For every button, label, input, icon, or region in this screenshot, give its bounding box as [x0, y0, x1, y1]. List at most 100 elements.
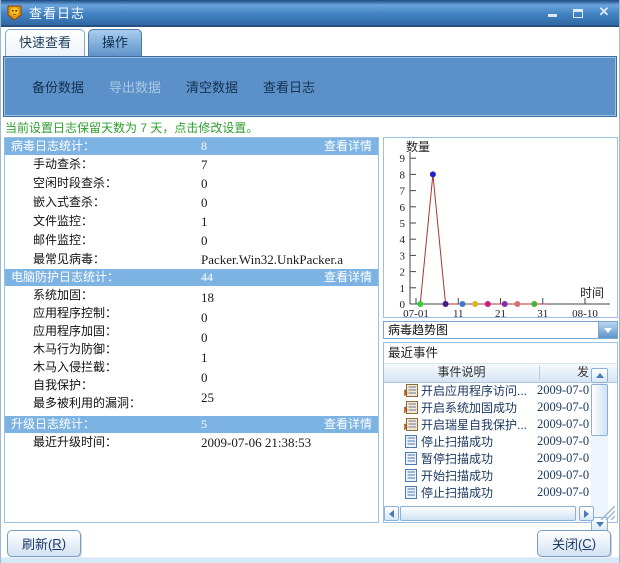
table-row[interactable]: 开启瑞星自我保护... 2009-07-07 — [384, 416, 590, 433]
stat-label: 最近升级时间： — [33, 435, 118, 449]
log-icon — [405, 469, 417, 482]
stat-row: 最常见病毒： Packer.Win32.UnkPacker.a — [5, 250, 378, 269]
stat-label: 空闲时段查杀： — [33, 176, 118, 190]
column-header-description[interactable]: 事件说明 — [384, 364, 539, 381]
svg-text:数量: 数量 — [406, 139, 430, 154]
svg-text:1: 1 — [400, 283, 406, 295]
stat-label: 嵌入式查杀： — [33, 195, 106, 209]
event-description: 开始扫描成功 — [421, 469, 494, 483]
recent-events-title: 最近事件 — [384, 343, 617, 364]
resize-grip-icon[interactable] — [597, 506, 615, 520]
backup-data-button[interactable]: 备份数据 — [28, 75, 88, 98]
stat-label: 手动查杀： — [33, 157, 94, 171]
statistics-panel: 病毒日志统计： 8 查看详情 手动查杀： 7 空闲时段查杀： 0 嵌入式查杀： 0 文… — [4, 137, 379, 523]
minimize-icon — [547, 14, 557, 17]
event-description: 暂停扫描成功 — [421, 452, 494, 466]
stat-row: 嵌入式查杀： 0 — [5, 193, 378, 212]
clear-data-button[interactable]: 清空数据 — [182, 75, 242, 98]
retention-notice[interactable]: 当前设置日志保留天数为 7 天，点击修改设置。 — [5, 119, 258, 136]
svg-text:11: 11 — [453, 308, 464, 317]
section-total: 8 — [201, 139, 207, 153]
event-description: 停止扫描成功 — [421, 435, 494, 449]
trend-type-dropdown[interactable]: 病毒趋势图 — [383, 321, 618, 339]
stat-row: 邮件监控： 0 — [5, 231, 378, 250]
svg-text:4: 4 — [400, 234, 406, 246]
tab-operations[interactable]: 操作 — [88, 29, 143, 56]
section-total: 44 — [201, 270, 213, 284]
log-action-icon — [404, 401, 418, 414]
export-data-button: 导出数据 — [109, 80, 162, 95]
stat-value: 0 — [201, 233, 208, 248]
dropdown-arrow-button[interactable] — [598, 322, 617, 338]
section-title: 电脑防护日志统计： — [11, 270, 120, 284]
scroll-up-button[interactable] — [591, 368, 608, 383]
horizontal-scrollbar[interactable] — [384, 506, 594, 521]
log-action-icon — [404, 384, 418, 397]
table-row[interactable]: 开启系统加固成功 2009-07-07 — [384, 399, 590, 416]
button-label: ) — [591, 536, 597, 551]
close-icon: ✕ — [598, 4, 610, 19]
svg-text:21: 21 — [495, 308, 506, 317]
section-title: 病毒日志统计： — [11, 139, 96, 153]
update-log-section-header: 升级日志统计： 5 查看详情 — [5, 416, 378, 433]
accesskey: R — [52, 536, 62, 551]
view-details-link[interactable]: 查看详情 — [324, 138, 372, 155]
stat-row: 最近升级时间： 2009-07-06 21:38:53 — [5, 433, 378, 452]
stat-value: 0 — [201, 176, 208, 191]
recent-events-panel: 最近事件 事件说明 发 开启应用程序访问... 2009-07-07 开启系统加… — [383, 342, 618, 532]
stat-values-column: 18 0 0 1 0 25 — [201, 288, 214, 408]
refresh-button[interactable]: 刷新(R) — [7, 530, 81, 557]
dropdown-selected-value: 病毒趋势图 — [388, 323, 449, 337]
close-dialog-button[interactable]: 关闭(C) — [537, 530, 611, 557]
log-icon — [405, 452, 417, 465]
svg-text:9: 9 — [400, 153, 406, 165]
virus-log-section-header: 病毒日志统计： 8 查看详情 — [5, 138, 378, 155]
svg-text:8: 8 — [400, 169, 406, 181]
close-button[interactable]: ✕ — [597, 5, 611, 19]
stat-value: 0 — [201, 195, 208, 210]
vertical-scrollbar-thumb[interactable] — [591, 384, 608, 436]
table-row[interactable]: 暂停扫描成功 2009-07-07 — [384, 450, 590, 467]
stat-label: 最常见病毒： — [33, 252, 106, 266]
horizontal-scrollbar-thumb[interactable] — [400, 506, 576, 521]
table-row[interactable]: 停止扫描成功 2009-07-07 — [384, 433, 590, 450]
table-row[interactable]: 开始扫描成功 2009-07-07 — [384, 467, 590, 484]
arrow-right-icon — [584, 509, 589, 518]
event-date: 2009-07-07 — [537, 417, 590, 431]
stat-value: 0 — [201, 370, 208, 385]
table-row[interactable]: 开启应用程序访问... 2009-07-07 — [384, 382, 590, 399]
maximize-icon — [573, 9, 583, 18]
log-viewer-window: 查看日志 ✕ 快速查看 操作 备份数据 导出数据 清空数据 查看日志 当前设置日… — [0, 0, 620, 563]
svg-text:6: 6 — [400, 202, 406, 214]
maximize-button[interactable] — [571, 5, 585, 19]
button-label: 刷新( — [21, 537, 53, 552]
column-header-date[interactable]: 发 — [541, 364, 589, 381]
stat-row: 手动查杀： 7 — [5, 155, 378, 174]
scroll-left-button[interactable] — [384, 506, 399, 521]
events-table-body: 开启应用程序访问... 2009-07-07 开启系统加固成功 2009-07-… — [384, 382, 590, 501]
column-divider — [539, 366, 540, 380]
tab-quick-view[interactable]: 快速查看 — [5, 29, 86, 56]
view-log-button[interactable]: 查看日志 — [259, 75, 319, 98]
stat-label: 文件监控： — [33, 214, 94, 228]
arrow-down-icon — [595, 522, 604, 527]
stat-value: 2009-07-06 21:38:53 — [201, 435, 312, 450]
virus-trend-chart-panel: 0 1 2 3 4 5 6 7 8 9 07-01 11 21 31 08-10 数量 时间 — [383, 137, 618, 320]
protection-log-rows: 系统加固： 应用程序控制： 应用程序加固： 木马行为防御： 木马入侵拦截： 自我… — [5, 286, 378, 416]
event-date: 2009-07-07 — [537, 468, 590, 482]
event-description: 开启系统加固成功 — [421, 401, 518, 415]
view-details-link[interactable]: 查看详情 — [324, 269, 372, 286]
event-date: 2009-07-07 — [537, 485, 590, 499]
table-row[interactable]: 停止扫描成功 2009-07-07 — [384, 484, 590, 501]
view-details-link[interactable]: 查看详情 — [324, 416, 372, 433]
section-total: 5 — [201, 417, 207, 431]
log-icon — [405, 435, 417, 448]
minimize-button[interactable] — [545, 5, 559, 19]
event-date: 2009-07-07 — [537, 434, 590, 448]
svg-text:7: 7 — [400, 186, 406, 198]
scroll-right-button[interactable] — [579, 506, 594, 521]
arrow-up-icon — [595, 373, 604, 378]
event-description: 开启应用程序访问... — [421, 384, 528, 398]
stat-row: 空闲时段查杀： 0 — [5, 174, 378, 193]
operations-toolbar: 备份数据 导出数据 清空数据 查看日志 — [3, 56, 617, 117]
